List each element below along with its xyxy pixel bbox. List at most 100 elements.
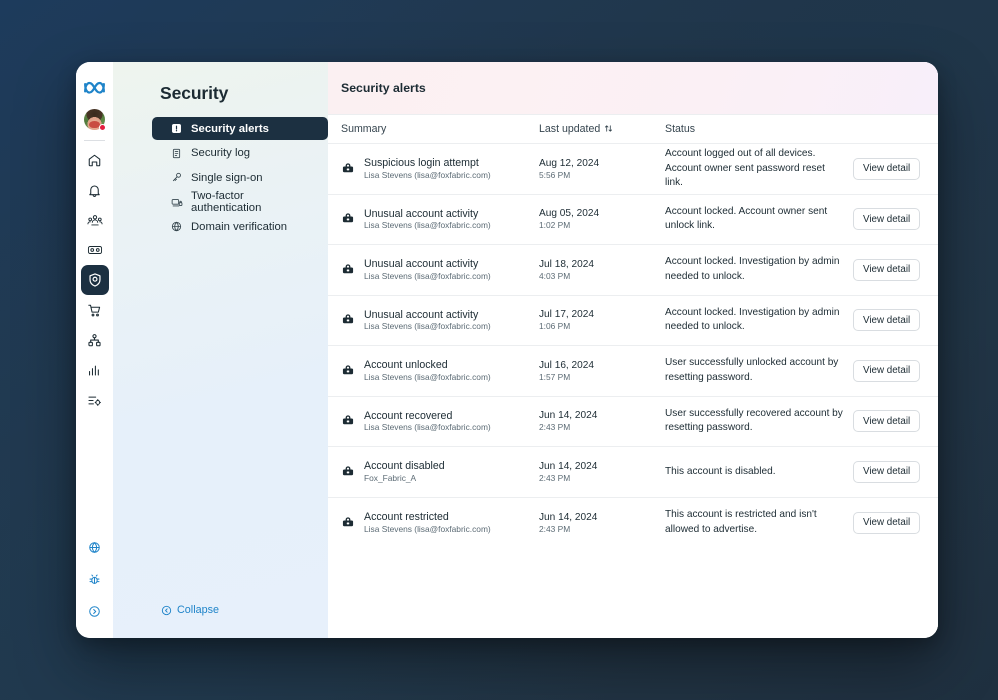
rail-icon-list: [81, 145, 109, 415]
nav-list: Security alerts Security log Single sign…: [113, 117, 328, 238]
cell-action: View detail: [853, 360, 925, 382]
table-row[interactable]: Account recovered Lisa Stevens (lisa@fox…: [328, 397, 938, 448]
view-detail-button[interactable]: View detail: [853, 461, 920, 483]
alert-account: Lisa Stevens (lisa@foxfabric.com): [364, 221, 491, 231]
sidebar-item-domain-verification[interactable]: Domain verification: [161, 215, 319, 238]
alert-status: This account is restricted and isn't all…: [665, 508, 843, 537]
alert-status: Account logged out of all devices. Accou…: [665, 147, 843, 190]
cell-summary: Unusual account activity Lisa Stevens (l…: [341, 208, 539, 231]
alert-status: User successfully unlocked account by re…: [665, 356, 843, 385]
column-header-last-updated[interactable]: Last updated: [539, 123, 665, 135]
alert-date: Jul 17, 2024: [539, 308, 665, 321]
cell-last-updated: Jul 17, 2024 1:06 PM: [539, 308, 665, 332]
bug-icon[interactable]: [81, 566, 109, 592]
alert-title: Unusual account activity: [364, 208, 491, 220]
lock-briefcase-icon: [341, 414, 355, 428]
lock-briefcase-icon: [341, 263, 355, 277]
sidebar-item-label: Single sign-on: [191, 172, 263, 184]
summary-text: Unusual account activity Lisa Stevens (l…: [364, 258, 491, 281]
table-row[interactable]: Suspicious login attempt Lisa Stevens (l…: [328, 144, 938, 195]
cell-summary: Unusual account activity Lisa Stevens (l…: [341, 258, 539, 281]
org-chart-icon[interactable]: [81, 325, 109, 355]
view-detail-button[interactable]: View detail: [853, 158, 920, 180]
table-row[interactable]: Unusual account activity Lisa Stevens (l…: [328, 195, 938, 246]
table-row[interactable]: Account restricted Lisa Stevens (lisa@fo…: [328, 498, 938, 549]
sidebar-item-security-alerts[interactable]: Security alerts: [152, 117, 328, 140]
sidebar-item-single-sign-on[interactable]: Single sign-on: [161, 166, 319, 189]
chevron-right-circle-icon[interactable]: [81, 598, 109, 624]
cell-last-updated: Aug 12, 2024 5:56 PM: [539, 157, 665, 181]
alert-status: User successfully recovered account by r…: [665, 407, 843, 436]
alert-account: Lisa Stevens (lisa@foxfabric.com): [364, 423, 491, 433]
column-header-summary: Summary: [341, 123, 539, 135]
sidebar-item-security-log[interactable]: Security log: [161, 142, 319, 165]
alert-account: Fox_Fabric_A: [364, 474, 445, 484]
cell-action: View detail: [853, 512, 925, 534]
alert-title: Account restricted: [364, 511, 491, 523]
sliders-settings-icon[interactable]: [81, 385, 109, 415]
globe-help-icon[interactable]: [81, 534, 109, 560]
summary-text: Unusual account activity Lisa Stevens (l…: [364, 309, 491, 332]
summary-text: Suspicious login attempt Lisa Stevens (l…: [364, 157, 491, 180]
rail-bottom-group: [81, 534, 109, 638]
cell-status: Account locked. Investigation by admin n…: [665, 306, 853, 335]
alert-title: Account disabled: [364, 460, 445, 472]
home-icon[interactable]: [81, 145, 109, 175]
view-detail-button[interactable]: View detail: [853, 360, 920, 382]
alert-title: Unusual account activity: [364, 309, 491, 321]
cell-action: View detail: [853, 461, 925, 483]
alert-title: Account recovered: [364, 410, 491, 422]
table-body: Suspicious login attempt Lisa Stevens (l…: [328, 144, 938, 548]
shopping-cart-icon[interactable]: [81, 295, 109, 325]
table-row[interactable]: Account unlocked Lisa Stevens (lisa@foxf…: [328, 346, 938, 397]
cell-summary: Unusual account activity Lisa Stevens (l…: [341, 309, 539, 332]
table-row[interactable]: Account disabled Fox_Fabric_A Jun 14, 20…: [328, 447, 938, 498]
cell-status: Account locked. Account owner sent unloc…: [665, 205, 853, 234]
cell-last-updated: Jun 14, 2024 2:43 PM: [539, 409, 665, 433]
view-detail-button[interactable]: View detail: [853, 512, 920, 534]
people-group-icon[interactable]: [81, 205, 109, 235]
table-row[interactable]: Unusual account activity Lisa Stevens (l…: [328, 296, 938, 347]
sidebar-item-label: Security alerts: [191, 123, 269, 135]
lock-briefcase-icon: [341, 465, 355, 479]
alert-status: Account locked. Investigation by admin n…: [665, 255, 843, 284]
meta-infinity-logo-icon[interactable]: [83, 77, 107, 97]
cell-action: View detail: [853, 309, 925, 331]
sort-arrows-icon[interactable]: [604, 124, 613, 133]
main-panel: Security alerts Summary Last updated Sta…: [328, 62, 938, 638]
lock-briefcase-icon: [341, 212, 355, 226]
view-detail-button[interactable]: View detail: [853, 208, 920, 230]
alert-time: 1:57 PM: [539, 372, 665, 383]
summary-text: Unusual account activity Lisa Stevens (l…: [364, 208, 491, 231]
section-title: Security alerts: [328, 62, 938, 114]
alert-time: 2:43 PM: [539, 473, 665, 484]
cell-summary: Account recovered Lisa Stevens (lisa@fox…: [341, 410, 539, 433]
alert-date: Jun 14, 2024: [539, 511, 665, 524]
view-detail-button[interactable]: View detail: [853, 309, 920, 331]
cell-status: Account locked. Investigation by admin n…: [665, 255, 853, 284]
view-detail-button[interactable]: View detail: [853, 259, 920, 281]
table-row[interactable]: Unusual account activity Lisa Stevens (l…: [328, 245, 938, 296]
avatar[interactable]: [84, 109, 105, 130]
cell-status: User successfully recovered account by r…: [665, 407, 853, 436]
alert-account: Lisa Stevens (lisa@foxfabric.com): [364, 525, 491, 535]
lock-briefcase-icon: [341, 313, 355, 327]
alert-account: Lisa Stevens (lisa@foxfabric.com): [364, 272, 491, 282]
column-header-status: Status: [665, 123, 853, 135]
view-detail-button[interactable]: View detail: [853, 410, 920, 432]
sidebar-item-two-factor-authentication[interactable]: Two-factor authentication: [161, 191, 319, 214]
alert-time: 1:02 PM: [539, 220, 665, 231]
cell-status: User successfully unlocked account by re…: [665, 356, 853, 385]
alert-time: 1:06 PM: [539, 321, 665, 332]
divider: [84, 140, 105, 141]
bell-icon[interactable]: [81, 175, 109, 205]
document-log-icon: [170, 147, 183, 160]
vr-headset-icon[interactable]: [81, 235, 109, 265]
sidebar-item-label: Domain verification: [191, 221, 287, 233]
alert-title: Unusual account activity: [364, 258, 491, 270]
collapse-button[interactable]: Collapse: [161, 604, 219, 616]
shield-icon[interactable]: [81, 265, 109, 295]
lock-briefcase-icon: [341, 162, 355, 176]
table-header-row: Summary Last updated Status: [328, 114, 938, 144]
bar-chart-icon[interactable]: [81, 355, 109, 385]
